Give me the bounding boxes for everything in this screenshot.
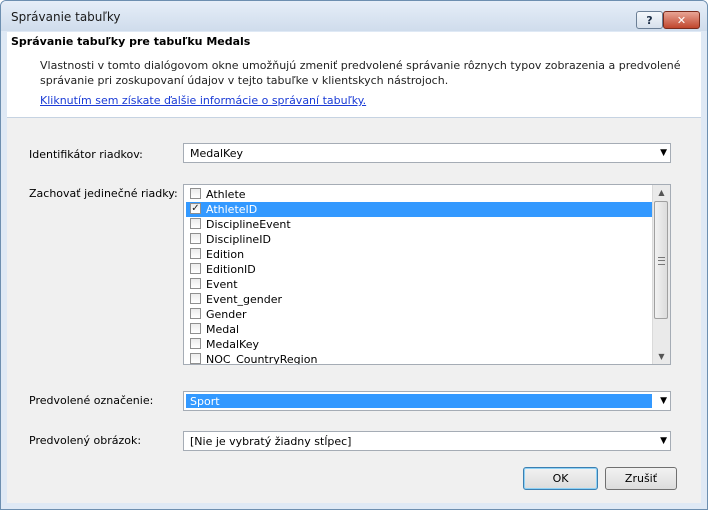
checkbox[interactable] bbox=[190, 278, 201, 289]
scroll-thumb[interactable] bbox=[654, 201, 668, 319]
scroll-down-icon[interactable]: ▼ bbox=[653, 349, 670, 364]
chevron-down-icon[interactable]: ▼ bbox=[660, 396, 667, 406]
ok-button[interactable]: OK bbox=[523, 467, 598, 490]
chevron-down-icon[interactable]: ▼ bbox=[660, 436, 667, 446]
header-title: Správanie tabuľky pre tabuľku Medals bbox=[11, 35, 251, 48]
header-description: Vlastnosti v tomto dialógovom okne umožň… bbox=[40, 59, 681, 87]
list-item-label: Event_gender bbox=[206, 293, 283, 306]
default-image-value: [Nie je vybratý žiadny stĺpec] bbox=[190, 435, 352, 448]
checkbox[interactable] bbox=[190, 188, 201, 199]
keep-unique-listbox[interactable]: Athlete ✓ AthleteID DisciplineEvent Discipli… bbox=[183, 184, 671, 365]
default-label-dropdown[interactable]: Sport ▼ bbox=[183, 391, 671, 411]
checkbox[interactable] bbox=[190, 263, 201, 274]
checkbox[interactable] bbox=[190, 293, 201, 304]
checkbox[interactable] bbox=[190, 233, 201, 244]
checkbox[interactable] bbox=[190, 308, 201, 319]
selection-highlight bbox=[186, 394, 652, 408]
default-label-value: Sport bbox=[190, 395, 220, 408]
checkbox[interactable] bbox=[190, 218, 201, 229]
grip-icon bbox=[658, 257, 665, 265]
list-item-label: Edition bbox=[206, 248, 245, 261]
list-item-label: Medal bbox=[206, 323, 240, 336]
keep-unique-label: Zachovať jedinečné riadky: bbox=[29, 187, 178, 200]
dialog-window: Správanie tabuľky ? ✕ Správanie tabuľky … bbox=[0, 0, 708, 510]
checkbox[interactable] bbox=[190, 338, 201, 349]
checkbox[interactable] bbox=[190, 323, 201, 334]
list-item-label: Athlete bbox=[206, 188, 246, 201]
window-title: Správanie tabuľky bbox=[11, 10, 121, 24]
list-item[interactable]: ✓ AthleteID bbox=[186, 202, 652, 217]
list-item[interactable]: Athlete bbox=[186, 187, 652, 202]
list-item[interactable]: DisciplineID bbox=[186, 232, 652, 247]
title-bar: Správanie tabuľky ? ✕ bbox=[1, 1, 707, 31]
list-item[interactable]: Event_gender bbox=[186, 292, 652, 307]
header-panel: Správanie tabuľky pre tabuľku Medals Vla… bbox=[7, 32, 701, 118]
list-item[interactable]: Medal bbox=[186, 322, 652, 337]
row-identifier-label: Identifikátor riadkov: bbox=[29, 148, 143, 161]
list-item-label: Event bbox=[206, 278, 238, 291]
list-item-label: EditionID bbox=[206, 263, 256, 276]
checkbox[interactable] bbox=[190, 248, 201, 259]
help-link[interactable]: Kliknutím sem získate ďalšie informácie … bbox=[40, 94, 366, 107]
help-button[interactable]: ? bbox=[636, 11, 663, 29]
list-item-label: AthleteID bbox=[206, 203, 258, 216]
list-item[interactable]: MedalKey bbox=[186, 337, 652, 352]
default-label-label: Predvolené označenie: bbox=[29, 394, 154, 407]
checkbox[interactable]: ✓ bbox=[190, 203, 201, 214]
list-item-label: MedalKey bbox=[206, 338, 259, 351]
list-item[interactable]: Edition bbox=[186, 247, 652, 262]
row-identifier-dropdown[interactable]: MedalKey ▼ bbox=[183, 143, 671, 163]
default-image-label: Predvolený obrázok: bbox=[29, 434, 142, 447]
list-item[interactable]: Gender bbox=[186, 307, 652, 322]
list-item[interactable]: NOC_CountryRegion bbox=[186, 352, 652, 365]
list-item[interactable]: DisciplineEvent bbox=[186, 217, 652, 232]
chevron-down-icon[interactable]: ▼ bbox=[660, 148, 667, 158]
cancel-button[interactable]: Zrušiť bbox=[605, 467, 677, 490]
list-item-label: DisciplineEvent bbox=[206, 218, 291, 231]
checkbox[interactable] bbox=[190, 353, 201, 364]
list-item-label: NOC_CountryRegion bbox=[206, 353, 318, 365]
list-item[interactable]: Event bbox=[186, 277, 652, 292]
close-button[interactable]: ✕ bbox=[663, 11, 700, 29]
scroll-up-icon[interactable]: ▲ bbox=[653, 185, 670, 200]
list-item-label: Gender bbox=[206, 308, 247, 321]
list-item-label: DisciplineID bbox=[206, 233, 271, 246]
listbox-scrollbar[interactable]: ▲ ▼ bbox=[652, 185, 670, 364]
list-item[interactable]: EditionID bbox=[186, 262, 652, 277]
default-image-dropdown[interactable]: [Nie je vybratý žiadny stĺpec] ▼ bbox=[183, 431, 671, 451]
row-identifier-value: MedalKey bbox=[190, 147, 243, 160]
